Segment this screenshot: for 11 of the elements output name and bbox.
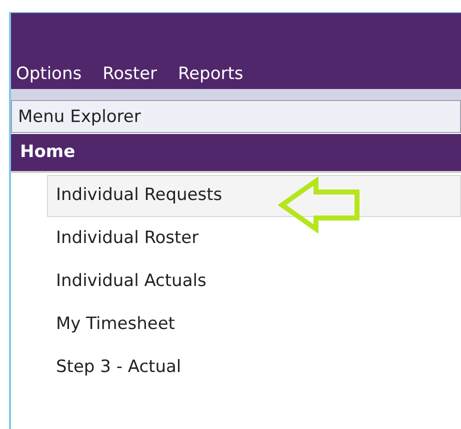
panel-title: Menu Explorer [18, 106, 141, 128]
menu-item[interactable]: Options [16, 66, 82, 83]
arrow-icon [277, 177, 361, 233]
menu-item[interactable]: Roster [102, 66, 158, 83]
section-title: Home [20, 140, 76, 164]
menu-item[interactable]: Reports [178, 66, 244, 83]
menu-entry[interactable]: Individual Requests [47, 175, 461, 217]
menu-entry[interactable]: Individual Actuals [47, 260, 461, 303]
menu-entry[interactable]: Individual Roster [47, 217, 461, 260]
menu-entry[interactable]: My Timesheet [47, 303, 461, 346]
menu-entry[interactable]: Step 3 - Actual [47, 346, 461, 389]
